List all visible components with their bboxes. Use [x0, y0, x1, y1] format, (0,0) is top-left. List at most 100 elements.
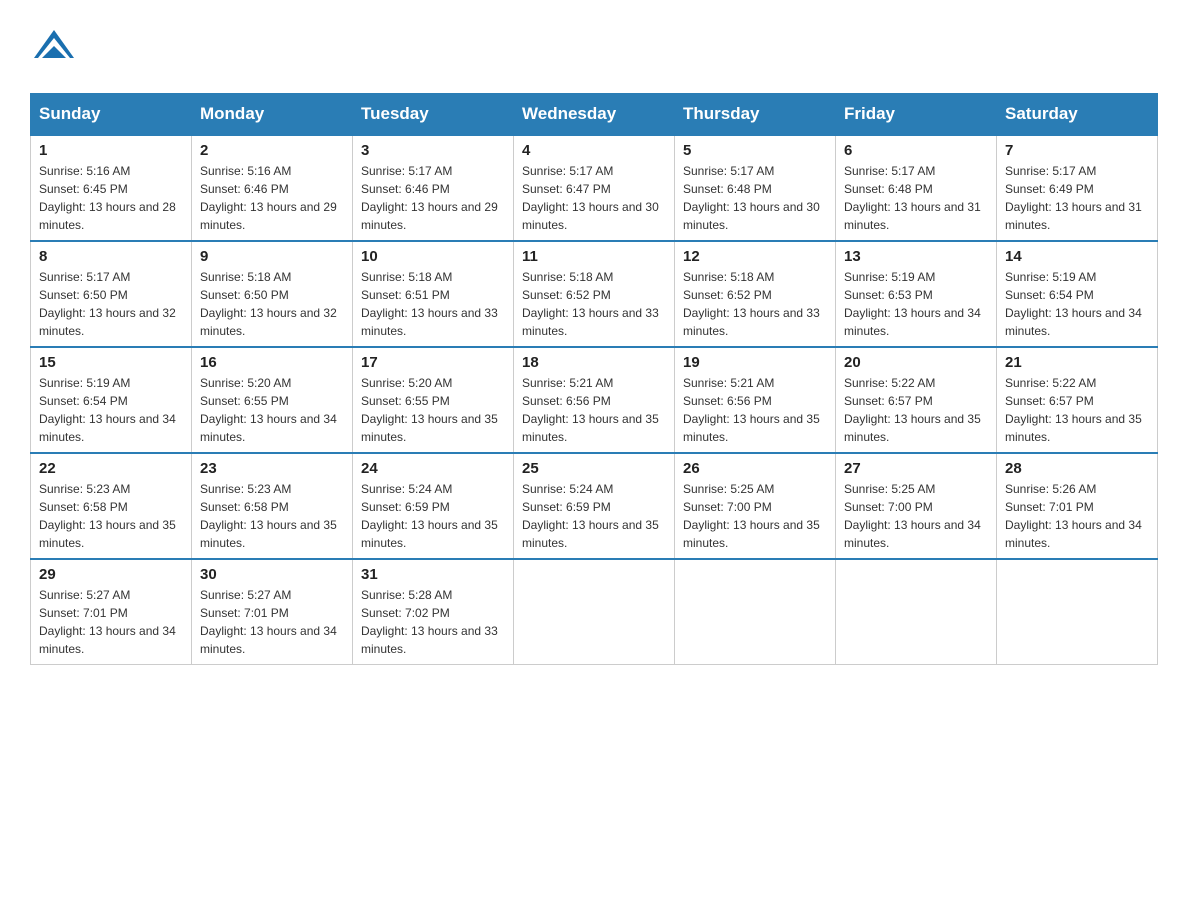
day-info: Sunrise: 5:17 AMSunset: 6:48 PMDaylight:… [844, 162, 988, 234]
calendar-day-cell: 2 Sunrise: 5:16 AMSunset: 6:46 PMDayligh… [192, 135, 353, 241]
calendar-day-cell: 29 Sunrise: 5:27 AMSunset: 7:01 PMDaylig… [31, 559, 192, 665]
calendar-day-cell: 31 Sunrise: 5:28 AMSunset: 7:02 PMDaylig… [353, 559, 514, 665]
calendar-day-cell: 8 Sunrise: 5:17 AMSunset: 6:50 PMDayligh… [31, 241, 192, 347]
calendar-day-cell: 15 Sunrise: 5:19 AMSunset: 6:54 PMDaylig… [31, 347, 192, 453]
day-info: Sunrise: 5:19 AMSunset: 6:53 PMDaylight:… [844, 268, 988, 340]
col-monday: Monday [192, 94, 353, 136]
day-info: Sunrise: 5:24 AMSunset: 6:59 PMDaylight:… [522, 480, 666, 552]
day-info: Sunrise: 5:28 AMSunset: 7:02 PMDaylight:… [361, 586, 505, 658]
calendar-day-cell: 11 Sunrise: 5:18 AMSunset: 6:52 PMDaylig… [514, 241, 675, 347]
calendar-day-cell: 23 Sunrise: 5:23 AMSunset: 6:58 PMDaylig… [192, 453, 353, 559]
day-number: 10 [361, 248, 505, 265]
calendar-day-cell [514, 559, 675, 665]
day-info: Sunrise: 5:19 AMSunset: 6:54 PMDaylight:… [1005, 268, 1149, 340]
calendar-day-cell: 25 Sunrise: 5:24 AMSunset: 6:59 PMDaylig… [514, 453, 675, 559]
day-number: 28 [1005, 460, 1149, 477]
day-info: Sunrise: 5:24 AMSunset: 6:59 PMDaylight:… [361, 480, 505, 552]
day-info: Sunrise: 5:27 AMSunset: 7:01 PMDaylight:… [39, 586, 183, 658]
calendar-week-row: 1 Sunrise: 5:16 AMSunset: 6:45 PMDayligh… [31, 135, 1158, 241]
day-info: Sunrise: 5:25 AMSunset: 7:00 PMDaylight:… [844, 480, 988, 552]
day-number: 9 [200, 248, 344, 265]
calendar-day-cell: 10 Sunrise: 5:18 AMSunset: 6:51 PMDaylig… [353, 241, 514, 347]
day-number: 27 [844, 460, 988, 477]
day-number: 30 [200, 566, 344, 583]
col-tuesday: Tuesday [353, 94, 514, 136]
day-info: Sunrise: 5:18 AMSunset: 6:52 PMDaylight:… [683, 268, 827, 340]
day-number: 15 [39, 354, 183, 371]
col-sunday: Sunday [31, 94, 192, 136]
col-thursday: Thursday [675, 94, 836, 136]
day-info: Sunrise: 5:17 AMSunset: 6:47 PMDaylight:… [522, 162, 666, 234]
calendar-header-row: Sunday Monday Tuesday Wednesday Thursday… [31, 94, 1158, 136]
calendar-day-cell: 24 Sunrise: 5:24 AMSunset: 6:59 PMDaylig… [353, 453, 514, 559]
day-number: 6 [844, 142, 988, 159]
day-number: 12 [683, 248, 827, 265]
day-info: Sunrise: 5:21 AMSunset: 6:56 PMDaylight:… [683, 374, 827, 446]
day-info: Sunrise: 5:26 AMSunset: 7:01 PMDaylight:… [1005, 480, 1149, 552]
page-header [30, 20, 1158, 73]
day-number: 7 [1005, 142, 1149, 159]
calendar-day-cell: 13 Sunrise: 5:19 AMSunset: 6:53 PMDaylig… [836, 241, 997, 347]
calendar-day-cell: 27 Sunrise: 5:25 AMSunset: 7:00 PMDaylig… [836, 453, 997, 559]
day-number: 13 [844, 248, 988, 265]
day-info: Sunrise: 5:22 AMSunset: 6:57 PMDaylight:… [1005, 374, 1149, 446]
day-number: 5 [683, 142, 827, 159]
calendar-day-cell: 9 Sunrise: 5:18 AMSunset: 6:50 PMDayligh… [192, 241, 353, 347]
day-number: 11 [522, 248, 666, 265]
day-number: 21 [1005, 354, 1149, 371]
calendar-day-cell: 7 Sunrise: 5:17 AMSunset: 6:49 PMDayligh… [997, 135, 1158, 241]
day-info: Sunrise: 5:20 AMSunset: 6:55 PMDaylight:… [200, 374, 344, 446]
calendar-day-cell: 26 Sunrise: 5:25 AMSunset: 7:00 PMDaylig… [675, 453, 836, 559]
day-number: 14 [1005, 248, 1149, 265]
calendar-day-cell: 12 Sunrise: 5:18 AMSunset: 6:52 PMDaylig… [675, 241, 836, 347]
day-info: Sunrise: 5:23 AMSunset: 6:58 PMDaylight:… [39, 480, 183, 552]
calendar-day-cell: 19 Sunrise: 5:21 AMSunset: 6:56 PMDaylig… [675, 347, 836, 453]
day-info: Sunrise: 5:19 AMSunset: 6:54 PMDaylight:… [39, 374, 183, 446]
day-number: 25 [522, 460, 666, 477]
day-number: 3 [361, 142, 505, 159]
calendar-day-cell: 3 Sunrise: 5:17 AMSunset: 6:46 PMDayligh… [353, 135, 514, 241]
calendar-day-cell: 22 Sunrise: 5:23 AMSunset: 6:58 PMDaylig… [31, 453, 192, 559]
calendar-day-cell: 17 Sunrise: 5:20 AMSunset: 6:55 PMDaylig… [353, 347, 514, 453]
day-number: 26 [683, 460, 827, 477]
day-number: 17 [361, 354, 505, 371]
calendar-table: Sunday Monday Tuesday Wednesday Thursday… [30, 93, 1158, 665]
day-number: 8 [39, 248, 183, 265]
day-info: Sunrise: 5:16 AMSunset: 6:46 PMDaylight:… [200, 162, 344, 234]
day-info: Sunrise: 5:16 AMSunset: 6:45 PMDaylight:… [39, 162, 183, 234]
col-wednesday: Wednesday [514, 94, 675, 136]
day-number: 1 [39, 142, 183, 159]
calendar-day-cell [997, 559, 1158, 665]
day-info: Sunrise: 5:21 AMSunset: 6:56 PMDaylight:… [522, 374, 666, 446]
logo-icon [30, 20, 78, 68]
calendar-day-cell: 5 Sunrise: 5:17 AMSunset: 6:48 PMDayligh… [675, 135, 836, 241]
calendar-day-cell: 16 Sunrise: 5:20 AMSunset: 6:55 PMDaylig… [192, 347, 353, 453]
calendar-week-row: 8 Sunrise: 5:17 AMSunset: 6:50 PMDayligh… [31, 241, 1158, 347]
calendar-day-cell: 18 Sunrise: 5:21 AMSunset: 6:56 PMDaylig… [514, 347, 675, 453]
calendar-day-cell: 21 Sunrise: 5:22 AMSunset: 6:57 PMDaylig… [997, 347, 1158, 453]
day-info: Sunrise: 5:17 AMSunset: 6:48 PMDaylight:… [683, 162, 827, 234]
day-number: 4 [522, 142, 666, 159]
day-info: Sunrise: 5:18 AMSunset: 6:51 PMDaylight:… [361, 268, 505, 340]
calendar-week-row: 29 Sunrise: 5:27 AMSunset: 7:01 PMDaylig… [31, 559, 1158, 665]
day-info: Sunrise: 5:23 AMSunset: 6:58 PMDaylight:… [200, 480, 344, 552]
logo [30, 20, 78, 73]
calendar-week-row: 15 Sunrise: 5:19 AMSunset: 6:54 PMDaylig… [31, 347, 1158, 453]
day-number: 22 [39, 460, 183, 477]
calendar-week-row: 22 Sunrise: 5:23 AMSunset: 6:58 PMDaylig… [31, 453, 1158, 559]
day-number: 29 [39, 566, 183, 583]
day-number: 19 [683, 354, 827, 371]
day-info: Sunrise: 5:20 AMSunset: 6:55 PMDaylight:… [361, 374, 505, 446]
day-number: 24 [361, 460, 505, 477]
day-info: Sunrise: 5:25 AMSunset: 7:00 PMDaylight:… [683, 480, 827, 552]
calendar-day-cell [836, 559, 997, 665]
calendar-day-cell: 1 Sunrise: 5:16 AMSunset: 6:45 PMDayligh… [31, 135, 192, 241]
day-number: 23 [200, 460, 344, 477]
day-info: Sunrise: 5:18 AMSunset: 6:52 PMDaylight:… [522, 268, 666, 340]
calendar-day-cell: 20 Sunrise: 5:22 AMSunset: 6:57 PMDaylig… [836, 347, 997, 453]
calendar-day-cell: 4 Sunrise: 5:17 AMSunset: 6:47 PMDayligh… [514, 135, 675, 241]
day-number: 2 [200, 142, 344, 159]
col-friday: Friday [836, 94, 997, 136]
calendar-day-cell: 14 Sunrise: 5:19 AMSunset: 6:54 PMDaylig… [997, 241, 1158, 347]
day-number: 31 [361, 566, 505, 583]
